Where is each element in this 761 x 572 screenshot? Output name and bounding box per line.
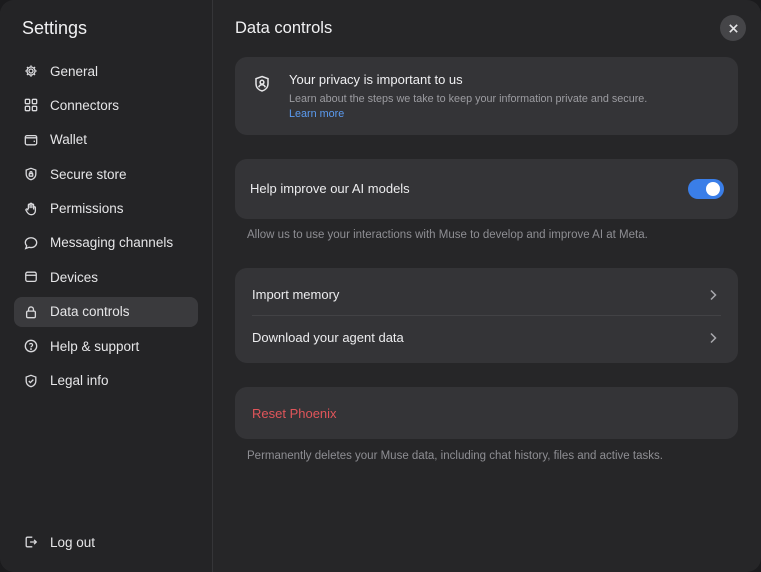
sidebar-title: Settings xyxy=(22,18,88,38)
gear-icon xyxy=(24,64,38,78)
device-icon xyxy=(24,270,38,284)
row-label: Import memory xyxy=(252,286,340,302)
sidebar-item-data-controls[interactable]: Data controls xyxy=(14,296,198,327)
sidebar-item-connectors[interactable]: Connectors xyxy=(14,90,198,120)
privacy-card: Your privacy is important to us Learn ab… xyxy=(235,57,738,135)
shield-lock-icon xyxy=(24,167,38,181)
improve-models-label: Help improve our AI models xyxy=(250,181,410,196)
chevron-right-icon xyxy=(707,288,719,301)
question-circle-icon xyxy=(24,339,38,353)
sidebar-item-label: Permissions xyxy=(50,201,124,217)
sidebar-item-label: General xyxy=(50,63,99,79)
logout-icon xyxy=(24,535,38,549)
sidebar-item-label: Wallet xyxy=(50,132,88,148)
sidebar-item-label: Messaging channels xyxy=(50,235,174,251)
sidebar-item-label: Connectors xyxy=(50,97,120,113)
sidebar-item-label: Legal info xyxy=(50,373,109,389)
logout-label: Log out xyxy=(50,534,96,550)
row-label: Download your agent data xyxy=(252,329,404,345)
improve-models-toggle[interactable] xyxy=(688,179,724,199)
download-agent-data-row[interactable]: Download your agent data xyxy=(235,315,738,359)
grid-icon xyxy=(24,98,38,112)
privacy-description: Learn about the steps we take to keep yo… xyxy=(289,93,648,105)
import-memory-row[interactable]: Import memory xyxy=(235,272,738,316)
reset-phoenix-label: Reset Phoenix xyxy=(252,406,337,421)
reset-phoenix-button[interactable]: Reset Phoenix xyxy=(235,387,738,439)
learn-more-link[interactable]: Learn more xyxy=(289,108,344,120)
wallet-icon xyxy=(24,133,38,147)
data-actions-card: Import memory Download your agent data xyxy=(235,268,738,363)
improve-models-card: Help improve our AI models xyxy=(235,159,738,219)
chevron-right-icon xyxy=(707,331,719,344)
sidebar-nav: General Connectors Wallet Secure store P… xyxy=(14,56,198,400)
sidebar-item-legal-info[interactable]: Legal info xyxy=(14,366,198,396)
sidebar-item-label: Data controls xyxy=(50,304,130,320)
privacy-title: Your privacy is important to us xyxy=(289,72,463,87)
sidebar-item-devices[interactable]: Devices xyxy=(14,262,198,292)
sidebar-item-label: Devices xyxy=(50,269,99,285)
sidebar: Settings General Connectors Wallet Secur… xyxy=(0,0,213,572)
toggle-knob xyxy=(706,182,720,196)
hand-icon xyxy=(24,202,38,216)
sidebar-item-label: Help & support xyxy=(50,338,140,354)
sidebar-item-messaging-channels[interactable]: Messaging channels xyxy=(14,228,198,258)
shield-person-icon xyxy=(253,75,271,93)
sidebar-item-general[interactable]: General xyxy=(14,56,198,86)
sidebar-item-help-support[interactable]: Help & support xyxy=(14,331,198,361)
logout-button[interactable]: Log out xyxy=(14,527,198,557)
main-panel: Data controls Your privacy is important … xyxy=(213,0,761,572)
settings-window: Settings General Connectors Wallet Secur… xyxy=(0,0,761,572)
sidebar-item-wallet[interactable]: Wallet xyxy=(14,125,198,155)
sidebar-item-secure-store[interactable]: Secure store xyxy=(14,159,198,189)
reset-phoenix-help: Permanently deletes your Muse data, incl… xyxy=(247,450,663,462)
shield-check-icon xyxy=(24,374,38,388)
close-icon xyxy=(728,23,738,33)
logout-section: Log out xyxy=(14,527,198,561)
page-title: Data controls xyxy=(235,19,333,37)
sidebar-item-label: Secure store xyxy=(50,166,127,182)
improve-models-help: Allow us to use your interactions with M… xyxy=(247,229,648,241)
close-button[interactable] xyxy=(720,15,746,41)
lock-icon xyxy=(24,305,38,319)
sidebar-item-permissions[interactable]: Permissions xyxy=(14,194,198,224)
chat-bubble-icon xyxy=(24,236,38,250)
